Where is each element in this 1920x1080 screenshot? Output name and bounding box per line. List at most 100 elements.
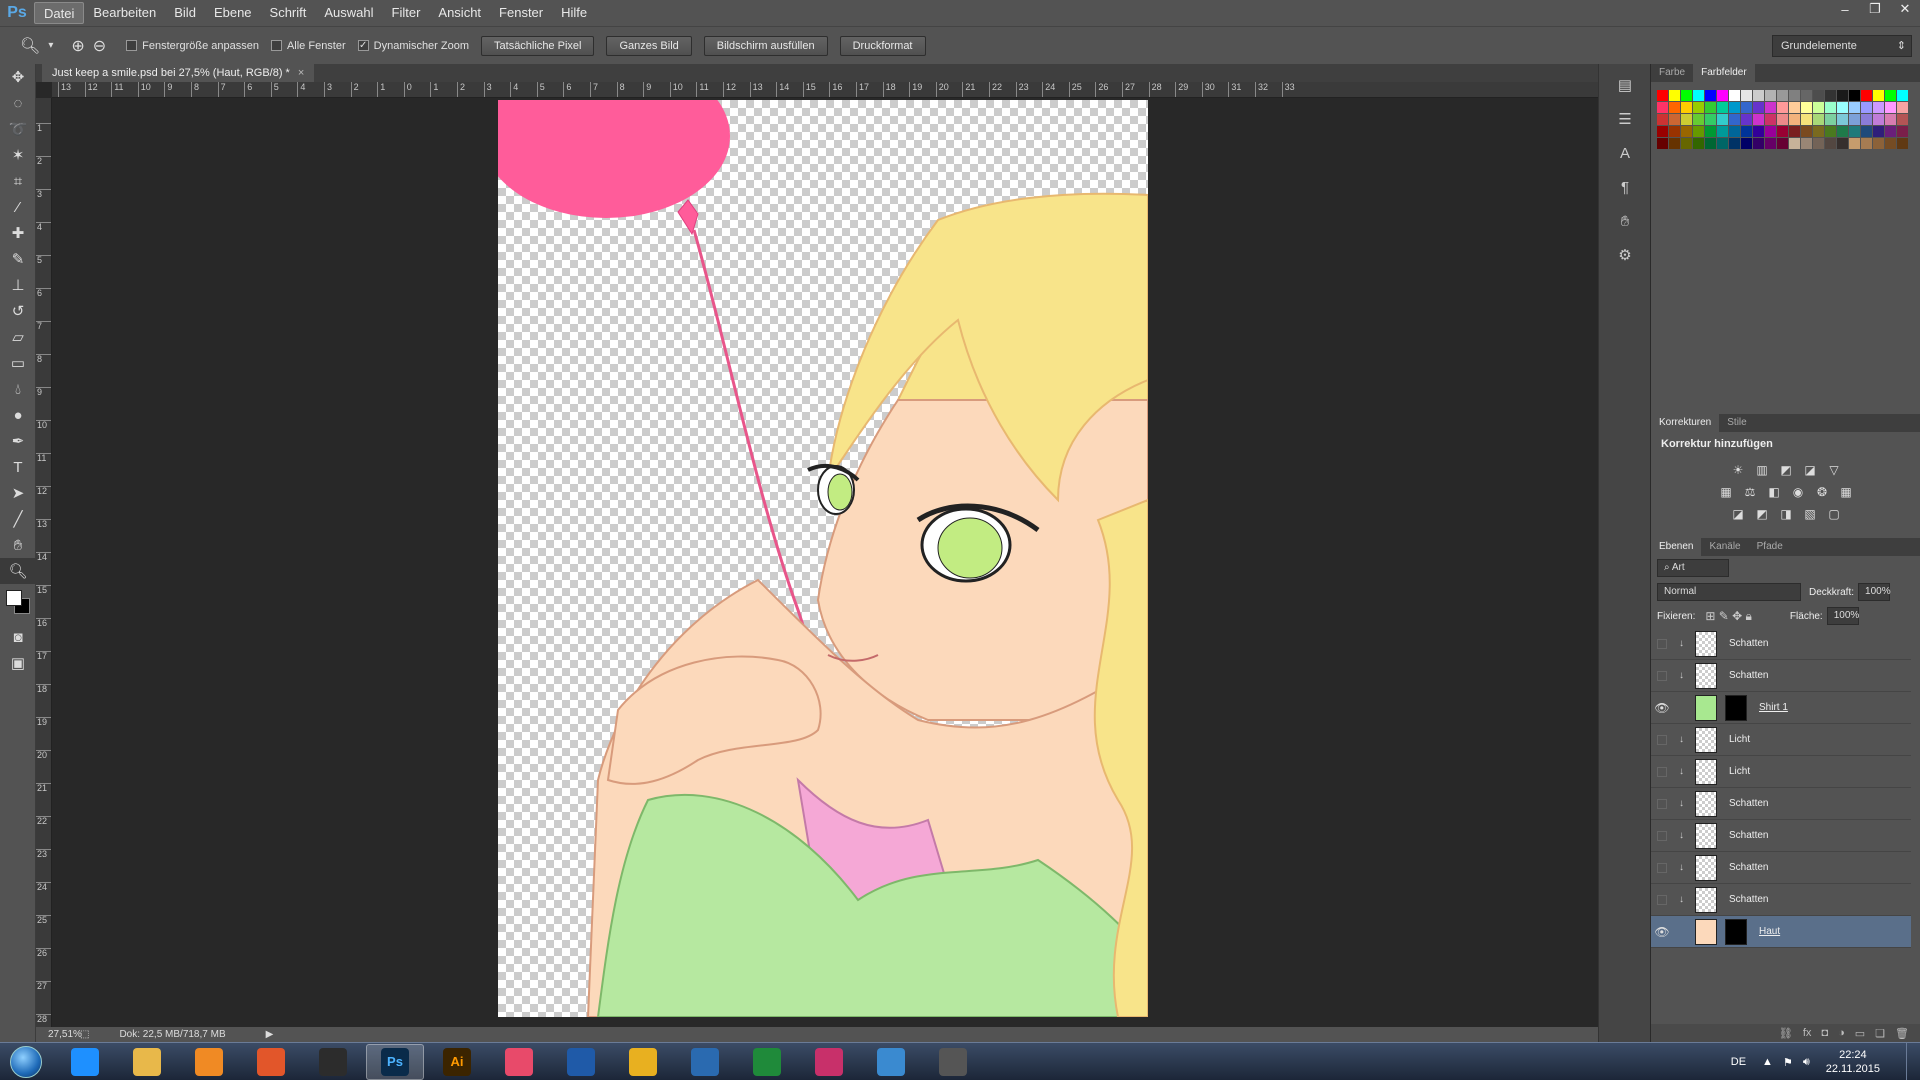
color-swatch[interactable] (1825, 126, 1836, 137)
properties-panel-icon[interactable]: ☰ (1607, 106, 1643, 132)
color-swatch[interactable] (1837, 126, 1848, 137)
opacity-input[interactable]: 100% (1858, 583, 1891, 601)
move-tool-icon[interactable]: ✥ (0, 64, 36, 90)
brush-tool-icon[interactable]: ✎ (0, 246, 36, 272)
vibrance-icon[interactable]: ▽ (1826, 462, 1842, 478)
color-swatch[interactable] (1765, 126, 1776, 137)
color-swatch[interactable] (1813, 138, 1824, 149)
taskbar-app[interactable] (118, 1044, 176, 1080)
visibility-toggle[interactable] (1657, 766, 1667, 777)
foreground-color[interactable] (6, 590, 22, 606)
color-swatch[interactable] (1705, 126, 1716, 137)
tab-farbe[interactable]: Farbe (1651, 64, 1693, 82)
color-swatch[interactable] (1849, 90, 1860, 101)
taskbar-app[interactable] (614, 1044, 672, 1080)
menu-filter[interactable]: Filter (383, 2, 430, 24)
group-icon[interactable]: ▭ (1855, 1027, 1865, 1040)
dynamic-zoom-checkbox[interactable]: ✓ Dynamischer Zoom (357, 40, 469, 52)
color-swatch[interactable] (1885, 90, 1896, 101)
color-swatch[interactable] (1681, 90, 1692, 101)
magic-wand-icon[interactable]: ✶ (0, 142, 36, 168)
lock-icons[interactable]: ⊞ ✎ ✥ 🔒︎ (1705, 609, 1752, 624)
color-swatch[interactable] (1717, 138, 1728, 149)
color-swatch[interactable] (1873, 114, 1884, 125)
color-swatch[interactable] (1765, 114, 1776, 125)
color-swatch[interactable] (1693, 126, 1704, 137)
color-swatch[interactable] (1873, 90, 1884, 101)
menu-ansicht[interactable]: Ansicht (429, 2, 490, 24)
color-swatch[interactable] (1849, 138, 1860, 149)
taskbar-app[interactable] (738, 1044, 796, 1080)
visibility-toggle[interactable] (1657, 798, 1667, 809)
all-windows-checkbox[interactable]: Alle Fenster (270, 40, 346, 52)
line-tool-icon[interactable]: ╱ (0, 506, 36, 532)
menu-datei[interactable]: Datei (34, 2, 85, 24)
color-swatch[interactable] (1825, 102, 1836, 113)
color-swatch[interactable] (1885, 102, 1896, 113)
canvas-area[interactable] (52, 98, 1598, 1027)
language-indicator[interactable]: DE (1731, 1056, 1746, 1068)
color-swatch[interactable] (1801, 126, 1812, 137)
status-menu-arrow-icon[interactable]: ▶ (266, 1029, 274, 1040)
black-white-icon[interactable]: ◧ (1766, 484, 1782, 500)
marquee-tool-icon[interactable]: ◌ (0, 90, 36, 116)
color-swatch[interactable] (1813, 102, 1824, 113)
eraser-tool-icon[interactable]: ▱ (0, 324, 36, 350)
hue-saturation-icon[interactable]: ▦ (1718, 484, 1734, 500)
color-swatch[interactable] (1777, 90, 1788, 101)
document-canvas[interactable] (498, 100, 1148, 1017)
color-swatch[interactable] (1837, 114, 1848, 125)
blur-tool-icon[interactable]: 💧︎ (0, 376, 36, 402)
color-swatch[interactable] (1669, 114, 1680, 125)
color-swatch[interactable] (1657, 138, 1668, 149)
color-swatch[interactable] (1693, 114, 1704, 125)
color-swatch[interactable] (1777, 138, 1788, 149)
taskbar-app[interactable] (862, 1044, 920, 1080)
menu-auswahl[interactable]: Auswahl (315, 2, 382, 24)
photo-filter-icon[interactable]: ◉ (1790, 484, 1806, 500)
taskbar-app[interactable] (242, 1044, 300, 1080)
color-swatch[interactable] (1765, 102, 1776, 113)
color-swatch[interactable] (1801, 102, 1812, 113)
color-swatch[interactable] (1681, 114, 1692, 125)
color-swatch[interactable] (1789, 126, 1800, 137)
color-swatch[interactable] (1657, 114, 1668, 125)
color-swatch[interactable] (1873, 126, 1884, 137)
color-swatch[interactable] (1669, 90, 1680, 101)
tool-preset-dropdown-icon[interactable]: ▾ (48, 40, 53, 51)
layer-row[interactable]: ↓ Schatten (1651, 628, 1911, 660)
menu-schrift[interactable]: Schrift (261, 2, 316, 24)
pen-tool-icon[interactable]: ✒ (0, 428, 36, 454)
color-swatch[interactable] (1753, 90, 1764, 101)
show-desktop-button[interactable] (1906, 1043, 1920, 1080)
color-swatch[interactable] (1681, 126, 1692, 137)
color-swatch[interactable] (1753, 102, 1764, 113)
color-swatch[interactable] (1741, 126, 1752, 137)
volume-icon[interactable]: 🔊︎ (1803, 1056, 1810, 1069)
tab-pfade[interactable]: Pfade (1749, 538, 1791, 556)
character-panel-icon[interactable]: A (1607, 140, 1643, 166)
color-swatch[interactable] (1897, 102, 1908, 113)
eye-icon[interactable]: 👁︎ (1651, 925, 1673, 939)
tool-presets-icon[interactable]: ⚙︎ (1607, 242, 1643, 268)
adjustment-layer-icon[interactable]: ◑ (1838, 1027, 1845, 1039)
healing-brush-icon[interactable]: ✚ (0, 220, 36, 246)
history-brush-icon[interactable]: ↺ (0, 298, 36, 324)
color-swatch[interactable] (1825, 90, 1836, 101)
layer-row[interactable]: ↓ Schatten (1651, 660, 1911, 692)
color-swatch[interactable] (1705, 102, 1716, 113)
color-swatch[interactable] (1813, 126, 1824, 137)
hand-tool-icon[interactable]: ✋︎ (0, 532, 36, 558)
gradient-map-icon[interactable]: ▧ (1802, 506, 1818, 522)
color-swatch[interactable] (1669, 126, 1680, 137)
color-swatch[interactable] (1705, 138, 1716, 149)
clock[interactable]: 22:24 22.11.2015 (1826, 1048, 1880, 1076)
new-layer-icon[interactable]: ❏ (1875, 1027, 1885, 1040)
color-swatch[interactable] (1873, 102, 1884, 113)
layer-row[interactable]: 👁︎ Haut (1651, 916, 1911, 948)
trash-icon[interactable]: 🗑︎ (1895, 1027, 1909, 1040)
tab-ebenen[interactable]: Ebenen (1651, 538, 1702, 556)
zoom-tool-icon[interactable]: 🔍︎ (0, 558, 36, 584)
color-swatch[interactable] (1657, 102, 1668, 113)
color-swatch[interactable] (1717, 114, 1728, 125)
